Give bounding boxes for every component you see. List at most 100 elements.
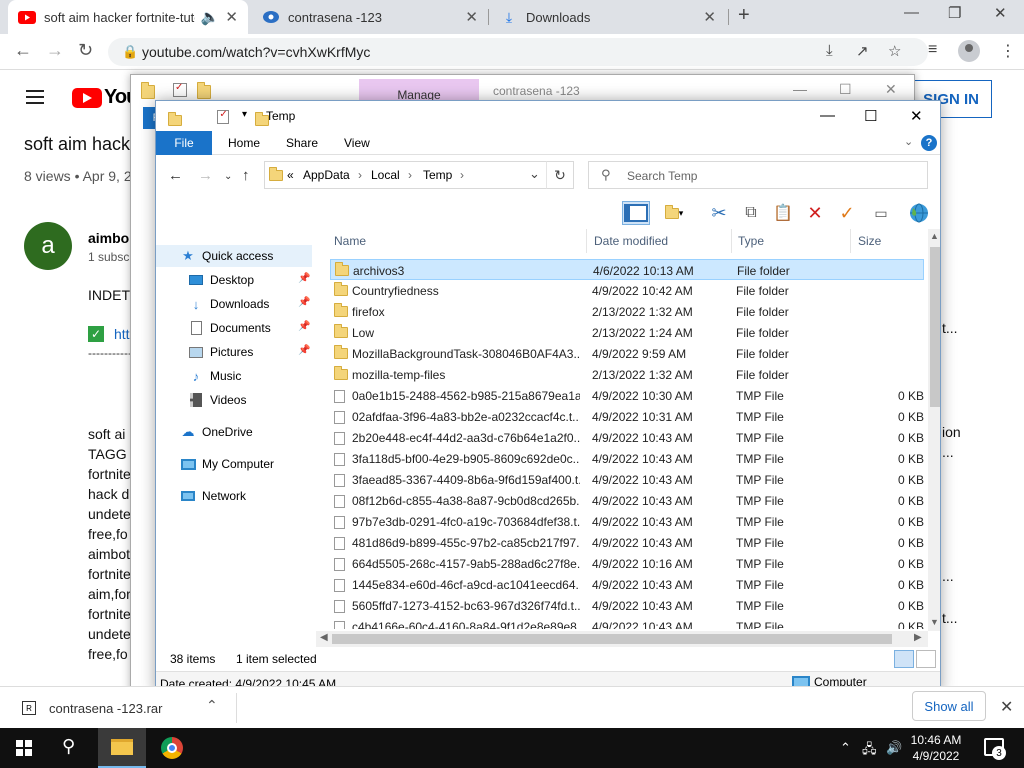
breadcrumb-separator-icon[interactable]: › <box>358 168 362 182</box>
windows-start-icon[interactable] <box>16 740 32 756</box>
pin-icon[interactable]: 📌 <box>298 273 310 284</box>
expand-ribbon-icon[interactable]: ⌄ <box>904 135 913 148</box>
scroll-thumb[interactable] <box>332 634 892 644</box>
minimize-icon[interactable]: — <box>793 81 807 97</box>
nav-desktop[interactable]: Desktop <box>156 269 312 291</box>
large-icons-view-icon[interactable] <box>916 650 936 668</box>
description-link[interactable]: htt <box>114 326 130 342</box>
tab-view[interactable]: View <box>344 136 370 150</box>
menu-icon[interactable]: ⋮ <box>1000 41 1016 61</box>
table-row[interactable]: Countryfiedness 4/9/2022 10:42 AM File fol… <box>330 280 924 301</box>
new-tab-button[interactable]: + <box>738 4 750 27</box>
properties-icon[interactable] <box>173 82 187 97</box>
table-row[interactable]: 664d5505-268c-4157-9ab5-288ad6c27f8e....… <box>330 553 924 574</box>
maximize-icon[interactable]: ☐ <box>864 107 877 125</box>
recent-locations-icon[interactable]: ⌄ <box>224 171 232 182</box>
scroll-up-icon[interactable]: ▲ <box>930 231 939 241</box>
nav-my-computer[interactable]: My Computer <box>156 453 312 475</box>
explorer-window[interactable]: ▾ Temp — ☐ ✕ File Home Share View ⌄ ? ← … <box>155 100 941 694</box>
hamburger-menu-icon[interactable] <box>26 90 44 104</box>
search-input[interactable]: ⚲ Search Temp <box>588 161 928 189</box>
table-row[interactable]: 08f12b6d-c855-4a38-8a87-9cb0d8cd265b....… <box>330 490 924 511</box>
vertical-scrollbar[interactable]: ▲ ▼ <box>928 229 940 631</box>
channel-avatar[interactable]: a <box>24 222 72 270</box>
maximize-icon[interactable]: ☐ <box>839 81 852 98</box>
address-bar[interactable]: 🔒 youtube.com/watch?v=cvhXwKrfMyc ⤓ ↗ ☆ <box>108 38 928 66</box>
file-explorer-taskbar-button[interactable] <box>98 728 146 768</box>
table-row[interactable]: c4b4166e-60c4-4160-8a84-9f1d2e8e89e8....… <box>330 616 924 629</box>
close-tab-icon[interactable]: ✕ <box>465 8 478 26</box>
copy-icon[interactable]: ⧉ <box>740 201 762 225</box>
table-row[interactable]: 97b7e3db-0291-4fc0-a19c-703684dfef38.t..… <box>330 511 924 532</box>
pin-icon[interactable]: 📌 <box>298 297 310 308</box>
breadcrumb-overflow[interactable]: « <box>287 168 294 182</box>
table-row[interactable]: Low 2/13/2022 1:24 AM File folder <box>330 322 924 343</box>
media-control-icon[interactable]: ≡ <box>928 41 937 59</box>
tab-share[interactable]: Share <box>286 136 318 150</box>
breadcrumb-local[interactable]: Local <box>371 168 400 182</box>
bookmark-star-icon[interactable]: ☆ <box>888 42 901 60</box>
scroll-right-icon[interactable]: ▶ <box>914 632 922 643</box>
column-separator[interactable] <box>586 229 587 253</box>
paste-icon[interactable]: 📋 <box>772 201 794 225</box>
breadcrumb-separator-icon[interactable]: › <box>408 168 412 182</box>
layout-pane-icon[interactable] <box>622 201 650 225</box>
nav-onedrive[interactable]: ☁ OneDrive <box>156 421 312 443</box>
channel-name[interactable]: aimbo <box>88 230 129 246</box>
download-filename[interactable]: contrasena -123.rar <box>49 701 162 716</box>
table-row[interactable]: MozillaBackgroundTask-308046B0AF4A3... 4/… <box>330 343 924 364</box>
nav-music[interactable]: ♪ Music <box>156 365 312 387</box>
properties-icon[interactable] <box>217 109 230 124</box>
tab-youtube[interactable]: soft aim hacker fortnite-tuto 🔈 ✕ <box>8 0 248 34</box>
delete-icon[interactable]: ✕ <box>804 201 826 225</box>
network-icon[interactable]: 🖧 <box>862 740 877 762</box>
column-name[interactable]: Name <box>334 234 366 254</box>
minimize-icon[interactable]: — <box>820 107 835 124</box>
close-icon[interactable]: ✕ <box>1000 697 1013 717</box>
details-view-icon[interactable] <box>894 650 914 668</box>
install-icon[interactable]: ⤓ <box>826 42 833 59</box>
cut-icon[interactable]: ✂ <box>708 201 730 225</box>
forward-icon[interactable]: → <box>46 40 64 61</box>
globe-icon[interactable] <box>906 201 932 225</box>
nav-videos[interactable]: Videos <box>156 389 312 411</box>
table-row[interactable]: archivos3 4/6/2022 10:13 AM File folder <box>330 259 924 280</box>
tab-downloads[interactable]: ⤓ Downloads ✕ <box>490 0 726 34</box>
help-icon[interactable]: ? <box>921 135 937 151</box>
checkmark-icon[interactable]: ✓ <box>836 201 858 225</box>
new-folder-icon[interactable] <box>197 82 211 99</box>
scroll-down-icon[interactable]: ▼ <box>930 617 939 627</box>
address-bar[interactable]: « AppData › Local › Temp › ⌄ <box>264 161 574 189</box>
column-size[interactable]: Size <box>858 234 881 254</box>
column-separator[interactable] <box>731 229 732 253</box>
minimize-icon[interactable]: — <box>904 4 919 21</box>
rename-icon[interactable]: ▭ <box>868 201 894 225</box>
share-icon[interactable]: ↗ <box>856 42 869 60</box>
table-row[interactable]: 0a0e1b15-2488-4562-b985-215a8679ea1a....… <box>330 385 924 406</box>
table-row[interactable]: 1445e834-e60d-46cf-a9cd-ac1041eecd64....… <box>330 574 924 595</box>
column-type[interactable]: Type <box>738 234 764 254</box>
chevron-up-icon[interactable]: ⌃ <box>206 697 218 714</box>
table-row[interactable]: 3faead85-3367-4409-8b6a-9f6d159af400.t..… <box>330 469 924 490</box>
pin-icon[interactable]: 📌 <box>298 345 310 356</box>
table-row[interactable]: 3fa118d5-bf00-4e29-b905-8609c692de0c....… <box>330 448 924 469</box>
nav-documents[interactable]: Documents <box>156 317 312 339</box>
close-tab-icon[interactable]: ✕ <box>225 8 238 26</box>
lock-icon[interactable]: 🔒 <box>122 44 138 60</box>
breadcrumb-temp[interactable]: Temp <box>423 168 452 182</box>
tab-contrasena[interactable]: contrasena -123 ✕ <box>252 0 488 34</box>
forward-icon[interactable]: → <box>198 167 213 184</box>
up-icon[interactable]: ↑ <box>242 167 250 184</box>
views-dropdown-icon[interactable]: ▾ <box>679 208 684 219</box>
address-dropdown-icon[interactable]: ⌄ <box>529 166 540 182</box>
table-row[interactable]: firefox 2/13/2022 1:32 AM File folder <box>330 301 924 322</box>
chevron-up-icon[interactable]: ⌃ <box>840 740 851 756</box>
pin-icon[interactable]: 📌 <box>298 321 310 332</box>
profile-avatar-icon[interactable] <box>958 40 980 62</box>
restore-icon[interactable]: ❐ <box>948 4 961 22</box>
horizontal-scrollbar[interactable]: ◀ ▶ <box>316 631 928 647</box>
refresh-icon[interactable]: ↻ <box>546 161 574 189</box>
scroll-left-icon[interactable]: ◀ <box>320 632 328 643</box>
table-row[interactable]: 02afdfaa-3f96-4a83-bb2e-a0232ccacf4c.t..… <box>330 406 924 427</box>
table-row[interactable]: 2b20e448-ec4f-44d2-aa3d-c76b64e1a2f0....… <box>330 427 924 448</box>
